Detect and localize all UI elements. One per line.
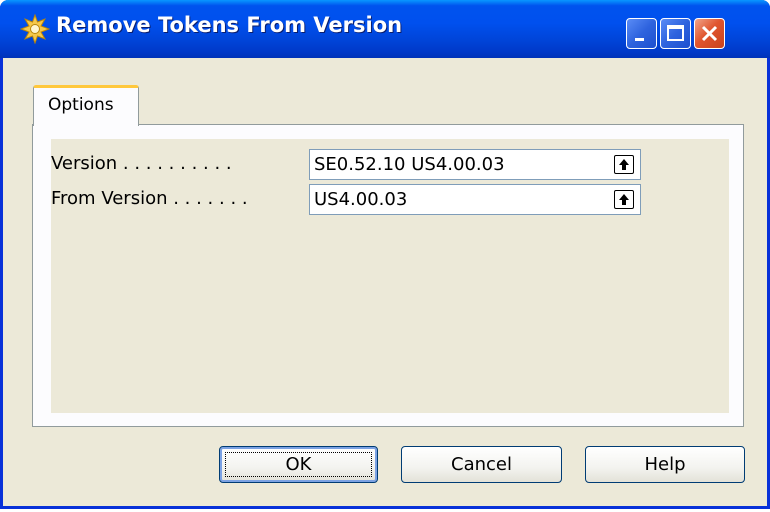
options-panel-body: Version . . . . . . . . . . SE0.52.10 US… xyxy=(51,139,729,413)
help-button-label: Help xyxy=(644,454,686,475)
gear-icon xyxy=(20,14,50,44)
minimize-icon xyxy=(635,38,644,41)
from-version-label: From Version . . . . . . . xyxy=(51,188,248,209)
help-button[interactable]: Help xyxy=(585,446,745,483)
cancel-button[interactable]: Cancel xyxy=(401,446,562,483)
lookup-arrow-icon xyxy=(619,159,629,170)
from-version-field[interactable]: US4.00.03 xyxy=(309,184,641,215)
tab-options[interactable]: Options xyxy=(33,85,139,126)
title-bar[interactable]: Remove Tokens From Version xyxy=(0,0,770,58)
version-label: Version . . . . . . . . . . xyxy=(51,153,232,174)
maximize-button[interactable] xyxy=(660,18,691,49)
version-field[interactable]: SE0.52.10 US4.00.03 xyxy=(309,149,641,180)
close-button[interactable] xyxy=(694,18,725,49)
options-panel: Version . . . . . . . . . . SE0.52.10 US… xyxy=(32,124,744,427)
version-value: SE0.52.10 US4.00.03 xyxy=(314,154,505,175)
tab-options-label: Options xyxy=(48,95,114,115)
cancel-button-label: Cancel xyxy=(451,454,512,475)
minimize-button[interactable] xyxy=(626,18,657,49)
tab-control: Options Version . . . . . . . . . . SE0.… xyxy=(32,85,744,427)
from-version-lookup-button[interactable] xyxy=(614,190,634,209)
window-title: Remove Tokens From Version xyxy=(56,13,403,37)
ok-button[interactable]: OK xyxy=(219,446,378,483)
close-icon xyxy=(701,25,718,42)
lookup-arrow-icon xyxy=(619,194,629,205)
from-version-value: US4.00.03 xyxy=(314,189,408,210)
focus-rect xyxy=(225,452,372,477)
version-lookup-button[interactable] xyxy=(614,155,634,174)
maximize-icon xyxy=(667,25,684,41)
dialog-window: Remove Tokens From Version Options Versi… xyxy=(0,0,770,509)
